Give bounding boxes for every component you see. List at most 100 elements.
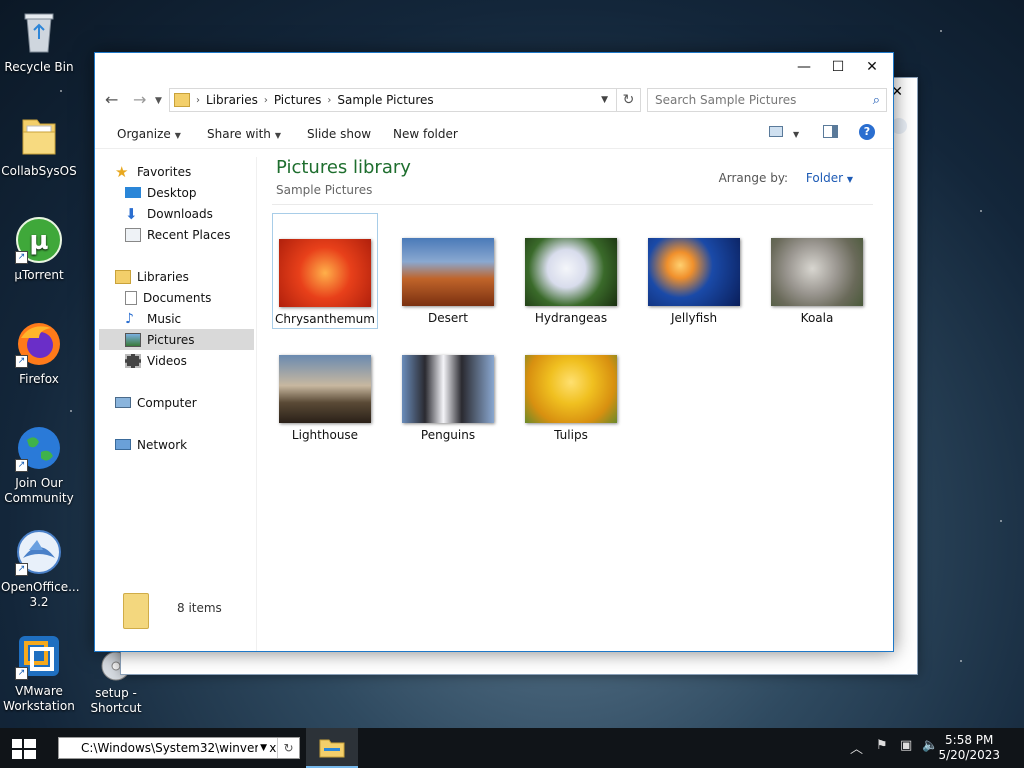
nav-label: Computer — [137, 395, 197, 410]
recycle-bin-icon — [15, 8, 63, 56]
nav-libraries[interactable]: Libraries — [115, 266, 254, 287]
refresh-button[interactable]: ↻ — [616, 89, 640, 111]
explorer-window: — ☐ ✕ ← → ▼ › Libraries › Pictures › Sam… — [94, 52, 894, 652]
run-address-input[interactable]: C:\Windows\System32\winver.ex ▼ ↻ — [58, 737, 300, 759]
divider — [272, 204, 873, 205]
help-icon: ? — [859, 124, 875, 140]
details-pane: 8 items — [95, 591, 893, 651]
file-item[interactable]: Koala — [764, 213, 870, 329]
nav-music[interactable]: ♪ Music — [125, 308, 254, 329]
folder-icon — [15, 112, 63, 160]
minimize-icon: — — [797, 59, 811, 75]
desktop-icon-label: Join Our Community — [4, 476, 74, 505]
desktop-icon-recycle-bin[interactable]: Recycle Bin — [1, 8, 77, 75]
forward-arrow-icon: → — [133, 90, 147, 109]
svg-text:µ: µ — [29, 226, 48, 256]
file-name: Jellyfish — [670, 311, 718, 325]
desktop-icon-label: VMware Workstation — [3, 684, 75, 713]
desktop-icon-join-our-community[interactable]: ↗ Join Our Community — [1, 424, 77, 506]
recent-locations-button[interactable]: ▼ — [155, 96, 162, 106]
search-input[interactable]: Search Sample Pictures ⌕ — [647, 88, 887, 112]
breadcrumb-libraries[interactable]: Libraries — [206, 93, 258, 107]
taskbar-file-explorer[interactable] — [306, 728, 358, 768]
utorrent-icon: µ ↗ — [15, 216, 63, 264]
clock-time: 5:58 PM — [945, 733, 994, 747]
globe-icon: ↗ — [15, 424, 63, 472]
file-name: Koala — [800, 311, 834, 325]
recent-places-icon — [125, 227, 141, 242]
clock[interactable]: 5:58 PM 5/20/2023 — [938, 733, 1000, 763]
item-count: 8 items — [177, 601, 222, 615]
music-icon: ♪ — [125, 310, 134, 327]
share-with-button[interactable]: Share with ▼ — [207, 127, 281, 141]
organize-button[interactable]: Organize ▼ — [117, 127, 181, 141]
library-subtitle: Sample Pictures — [276, 183, 373, 197]
desktop-icon-firefox[interactable]: ↗ Firefox — [1, 320, 77, 387]
help-button[interactable]: ? — [859, 124, 875, 140]
change-view-button[interactable]: ▼ — [769, 126, 799, 140]
desktop-icon-utorrent[interactable]: µ ↗ µTorrent — [1, 216, 77, 283]
refresh-icon: ↻ — [622, 92, 635, 108]
slide-show-button[interactable]: Slide show — [307, 127, 371, 141]
file-item[interactable]: Hydrangeas — [518, 213, 624, 329]
organize-label: Organize — [117, 127, 171, 141]
nav-pictures[interactable]: Pictures — [99, 329, 254, 350]
back-button[interactable]: ← — [105, 90, 118, 109]
nav-videos[interactable]: Videos — [125, 350, 254, 371]
show-hidden-icons-button[interactable]: ︿ — [850, 738, 863, 757]
windows-logo-icon — [12, 739, 36, 759]
file-item[interactable]: Chrysanthemum — [272, 213, 378, 329]
firefox-icon: ↗ — [15, 320, 63, 368]
start-button[interactable] — [10, 738, 38, 760]
address-bar: ← → ▼ › Libraries › Pictures › Sample Pi… — [95, 85, 893, 115]
vmware-icon: ↗ — [15, 632, 63, 680]
file-item[interactable]: Desert — [395, 213, 501, 329]
chevron-down-icon: ▼ — [793, 130, 800, 139]
desktop-icon-collabsysos[interactable]: CollabSysOS — [1, 112, 77, 179]
chevron-down-icon: ▼ — [846, 175, 853, 184]
nav-computer[interactable]: Computer — [115, 392, 254, 413]
volume-muted-icon[interactable]: 🔈 — [922, 738, 938, 753]
chevron-up-icon: ︿ — [850, 742, 864, 757]
nav-label: Recent Places — [147, 227, 231, 242]
nav-documents[interactable]: Documents — [125, 287, 254, 308]
breadcrumb-separator-icon: › — [263, 94, 268, 106]
documents-icon — [125, 290, 137, 305]
close-button[interactable]: ✕ — [855, 53, 889, 81]
network-tray-icon[interactable]: ▣ — [900, 738, 912, 753]
breadcrumb-pictures[interactable]: Pictures — [274, 93, 322, 107]
desktop-icon-openoffice[interactable]: ↗ OpenOffice... 3.2 — [1, 528, 80, 610]
nav-desktop[interactable]: Desktop — [125, 182, 254, 203]
minimize-button[interactable]: — — [787, 53, 821, 81]
desktop-icon-vmware[interactable]: ↗ VMware Workstation — [1, 632, 77, 714]
file-item[interactable]: Lighthouse — [272, 330, 378, 446]
file-item[interactable]: Tulips — [518, 330, 624, 446]
address-dropdown-icon[interactable]: ▼ — [601, 95, 608, 105]
chevron-down-icon[interactable]: ▼ — [258, 738, 269, 758]
shortcut-arrow-icon: ↗ — [15, 355, 28, 368]
chevron-down-icon: ▼ — [174, 131, 181, 140]
shortcut-arrow-icon: ↗ — [15, 251, 28, 264]
breadcrumb-sample-pictures[interactable]: Sample Pictures — [337, 93, 433, 107]
title-bar[interactable]: — ☐ ✕ — [95, 53, 893, 81]
arrange-by-dropdown[interactable]: Folder ▼ — [806, 171, 853, 185]
file-name: Lighthouse — [291, 428, 359, 442]
nav-favorites[interactable]: ★ Favorites — [115, 161, 254, 182]
nav-recent-places[interactable]: Recent Places — [125, 224, 254, 245]
refresh-icon[interactable]: ↻ — [277, 738, 299, 758]
action-center-flag-icon[interactable]: ⚑ — [876, 738, 888, 753]
arrange-by-value: Folder — [805, 171, 844, 185]
new-folder-button[interactable]: New folder — [393, 127, 458, 141]
nav-network[interactable]: Network — [115, 434, 254, 455]
forward-button[interactable]: → — [133, 90, 146, 109]
nav-downloads[interactable]: ⬇ Downloads — [125, 203, 254, 224]
file-item[interactable]: Penguins — [395, 330, 501, 446]
address-field[interactable]: › Libraries › Pictures › Sample Pictures… — [169, 88, 641, 112]
maximize-button[interactable]: ☐ — [821, 53, 855, 81]
star-icon: ★ — [115, 162, 129, 181]
file-item[interactable]: Jellyfish — [641, 213, 747, 329]
nav-label: Pictures — [147, 332, 195, 347]
preview-pane-icon — [823, 125, 838, 138]
file-name: Hydrangeas — [534, 311, 608, 325]
preview-pane-button[interactable] — [823, 125, 838, 141]
